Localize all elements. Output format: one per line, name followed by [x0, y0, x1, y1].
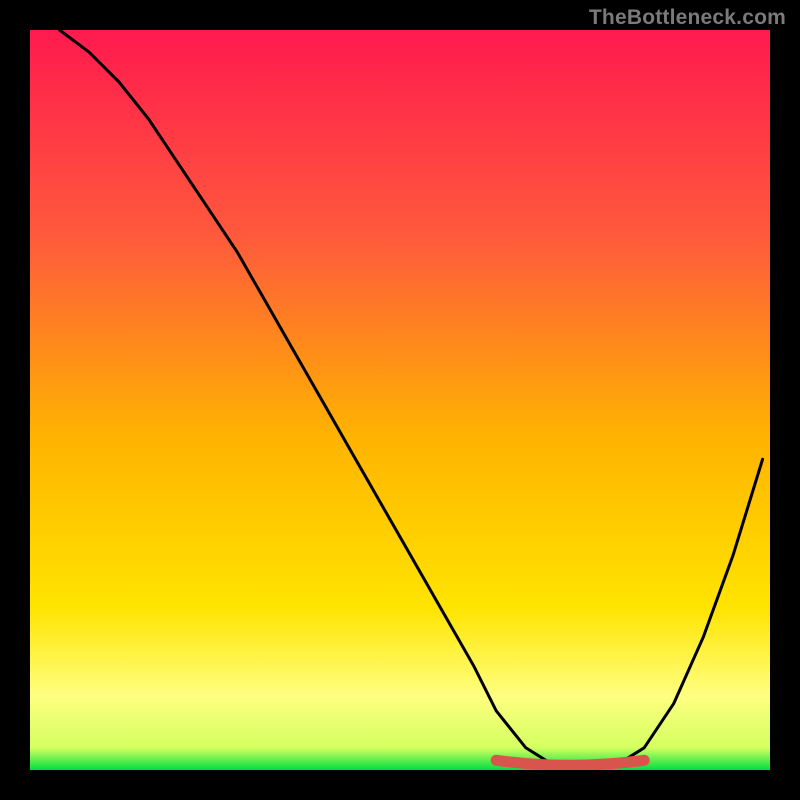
- gradient-background: [30, 30, 770, 770]
- chart-plot: [30, 30, 770, 770]
- chart-frame: [30, 30, 770, 770]
- watermark-text: TheBottleneck.com: [589, 6, 786, 30]
- optimal-marker: [496, 760, 644, 765]
